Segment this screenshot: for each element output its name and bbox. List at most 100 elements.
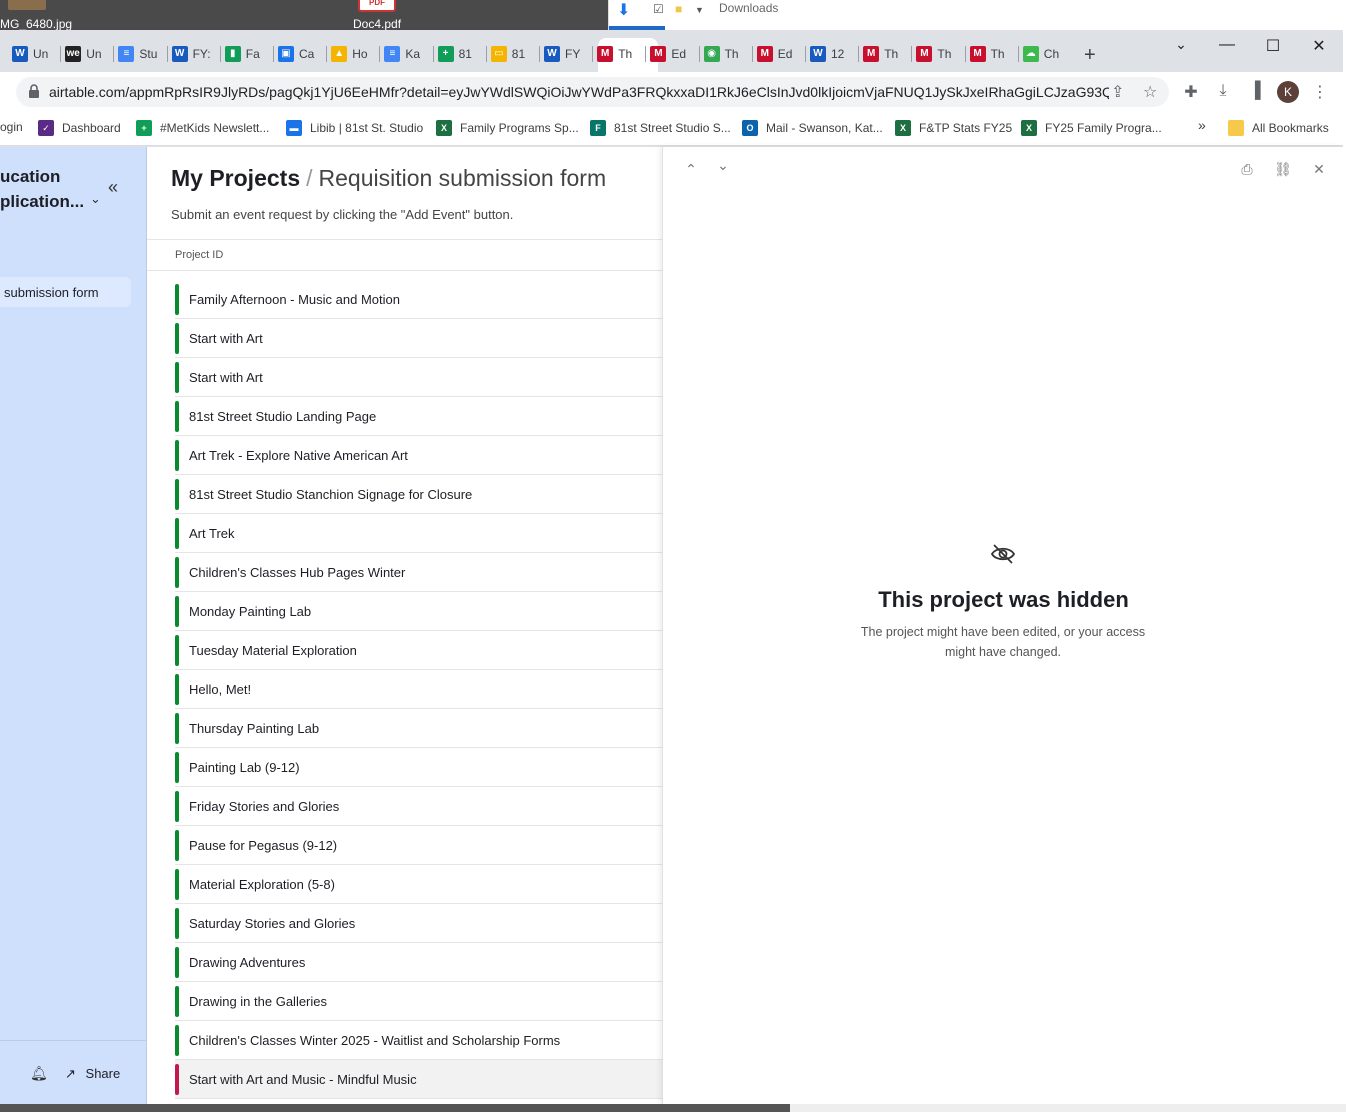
table-row[interactable]: Art Trek - Explore Native American Art	[175, 436, 662, 475]
table-row[interactable]: Children's Classes Winter 2025 - Waitlis…	[175, 1021, 662, 1060]
tab-favicon-icon: ☁	[1022, 46, 1039, 62]
bookmark-item[interactable]: X FY25 Family Progra...	[1021, 120, 1162, 136]
close-icon[interactable]: ✕	[1309, 161, 1329, 178]
browser-tab[interactable]: M Ed	[650, 42, 686, 66]
bookmarks-overflow-icon[interactable]: »	[1198, 117, 1206, 133]
project-name: Hello, Met!	[189, 682, 252, 697]
tab-favicon-icon: we	[65, 46, 82, 62]
tab-separator	[379, 46, 381, 62]
table-row[interactable]: Saturday Stories and Glories	[175, 904, 662, 943]
minimize-icon[interactable]: —	[1212, 36, 1242, 54]
browser-tab[interactable]: M Ed	[756, 42, 792, 66]
browser-tab[interactable]: M Th	[916, 42, 951, 66]
breadcrumb-root[interactable]: My Projects	[171, 165, 300, 191]
share-page-icon[interactable]: ⇪	[1111, 82, 1124, 102]
chevron-down-icon[interactable]: ⌄	[90, 191, 101, 207]
browser-tab[interactable]: ≡ Stu	[118, 42, 157, 66]
bookmark-item[interactable]: O Mail - Swanson, Kat...	[742, 120, 883, 136]
browser-tab[interactable]: ▣ Ca	[278, 42, 314, 66]
bookmark-item[interactable]: + #MetKids Newslett...	[136, 120, 269, 136]
close-window-icon[interactable]: ✕	[1304, 36, 1334, 56]
table-row[interactable]: Start with Art	[175, 319, 662, 358]
download-icon[interactable]: ⤓	[1213, 82, 1233, 100]
table-row[interactable]: Children's Classes Hub Pages Winter	[175, 553, 662, 592]
hidden-project-message: The project might have been edited, or y…	[860, 625, 1146, 659]
browser-tab[interactable]: ▭ 81	[490, 42, 525, 66]
collapse-sidebar-icon[interactable]: «	[108, 177, 118, 198]
table-row[interactable]: Material Exploration (5-8)	[175, 865, 662, 904]
table-row[interactable]: Family Afternoon - Music and Motion	[175, 280, 662, 319]
tab-separator	[751, 46, 753, 62]
breadcrumb-separator: /	[306, 165, 313, 191]
browser-tab[interactable]: W 12	[810, 42, 844, 66]
menu-icon[interactable]: ⋮	[1310, 82, 1330, 102]
bookmark-item[interactable]: F 81st Street Studio S...	[590, 120, 731, 136]
chevron-down-icon[interactable]: ⌄	[713, 157, 733, 174]
browser-tab[interactable]: ◉ Th	[703, 42, 739, 66]
checkbox-icon[interactable]: ☑	[653, 2, 664, 16]
bookmark-item[interactable]: ✓ Dashboard	[38, 120, 121, 136]
extensions-icon[interactable]: ✚	[1181, 82, 1201, 102]
tab-favicon-icon: ▣	[278, 46, 294, 62]
bookmark-item[interactable]: ogin	[0, 120, 23, 134]
browser-tab[interactable]: W FY:	[171, 42, 211, 66]
bookmark-favicon-icon: F	[590, 120, 606, 136]
table-row[interactable]: Pause for Pegasus (9-12)	[175, 826, 662, 865]
desktop-file-label[interactable]: MG_6480.jpg	[0, 17, 72, 31]
browser-tab[interactable]: +81	[437, 42, 472, 66]
bookmark-item[interactable]: X F&TP Stats FY25	[895, 120, 1012, 136]
table-row[interactable]: Start with Art	[175, 358, 662, 397]
star-icon[interactable]: ☆	[1143, 82, 1157, 102]
bookmark-item[interactable]: X Family Programs Sp...	[436, 120, 579, 136]
table-row[interactable]: Thursday Painting Lab	[175, 709, 662, 748]
browser-tab[interactable]: W Un	[12, 42, 48, 66]
table-row[interactable]: Tuesday Material Exploration	[175, 631, 662, 670]
pdf-file-icon[interactable]: PDF	[358, 0, 396, 12]
browser-tab[interactable]: ☁ Ch	[1022, 42, 1059, 66]
project-name: Material Exploration (5-8)	[189, 877, 335, 892]
browser-tab[interactable]: ▲ Ho	[331, 42, 368, 66]
base-title[interactable]: plication...	[0, 192, 84, 212]
browser-tab[interactable]: we Un	[65, 42, 102, 66]
table-row[interactable]: 81st Street Studio Landing Page	[175, 397, 662, 436]
table-row[interactable]: Painting Lab (9-12)	[175, 748, 662, 787]
tab-separator	[113, 46, 115, 62]
all-bookmarks[interactable]: All Bookmarks	[1228, 120, 1329, 136]
table-row[interactable]: 81st Street Studio Stanchion Signage for…	[175, 475, 662, 514]
address-bar[interactable]: airtable.com/appmRpRsIR9JlyRDs/pagQkj1Yj…	[16, 77, 1169, 107]
tab-separator	[911, 46, 913, 62]
desktop-file-label[interactable]: Doc4.pdf	[353, 17, 401, 31]
profile-avatar[interactable]: K	[1277, 81, 1299, 103]
browser-tab[interactable]: ▮ Fa	[224, 42, 260, 66]
browser-tab[interactable]: ≡ Ka	[384, 42, 420, 66]
sidebar-footer: 🔔︎ ↗ Share	[0, 1040, 147, 1106]
browser-tab[interactable]: M Th	[863, 42, 898, 66]
side-panel-icon[interactable]: ▐	[1245, 82, 1265, 100]
browser-tab[interactable]: W FY	[544, 42, 580, 66]
table-row[interactable]: Drawing Adventures	[175, 943, 662, 982]
table-row[interactable]: Start with Art and Music - Mindful Music	[175, 1060, 662, 1099]
image-file-thumbnail[interactable]	[8, 0, 46, 10]
chevron-down-icon[interactable]: ▼	[695, 5, 704, 15]
column-header[interactable]: Project ID	[147, 239, 662, 271]
maximize-icon[interactable]: ☐	[1258, 36, 1288, 56]
table-row[interactable]: Drawing in the Galleries	[175, 982, 662, 1021]
share-button[interactable]: ↗ Share	[65, 1066, 120, 1082]
browser-tab[interactable]: M Th	[597, 42, 632, 66]
table-row[interactable]: Monday Painting Lab	[175, 592, 662, 631]
table-row[interactable]: Art Trek	[175, 514, 662, 553]
table-row[interactable]: Hello, Met!	[175, 670, 662, 709]
sidebar-item-submission-form[interactable]: submission form	[0, 277, 131, 307]
bookmark-label: Dashboard	[62, 121, 121, 135]
print-icon[interactable]: ⎙	[1237, 161, 1257, 178]
new-tab-button[interactable]: +	[1084, 44, 1096, 67]
tab-search-icon[interactable]: ⌄	[1166, 36, 1196, 53]
browser-tab[interactable]: M Th	[969, 42, 1005, 66]
status-indicator	[175, 947, 179, 978]
bell-icon[interactable]: 🔔︎	[30, 1065, 48, 1082]
chevron-up-icon[interactable]: ⌃	[681, 161, 701, 178]
table-row[interactable]: Friday Stories and Glories	[175, 787, 662, 826]
link-icon[interactable]: ⛓	[1273, 161, 1293, 178]
url-text[interactable]: airtable.com/appmRpRsIR9JlyRDs/pagQkj1Yj…	[49, 84, 1109, 100]
bookmark-item[interactable]: ▬ Libib | 81st St. Studio	[286, 120, 423, 136]
